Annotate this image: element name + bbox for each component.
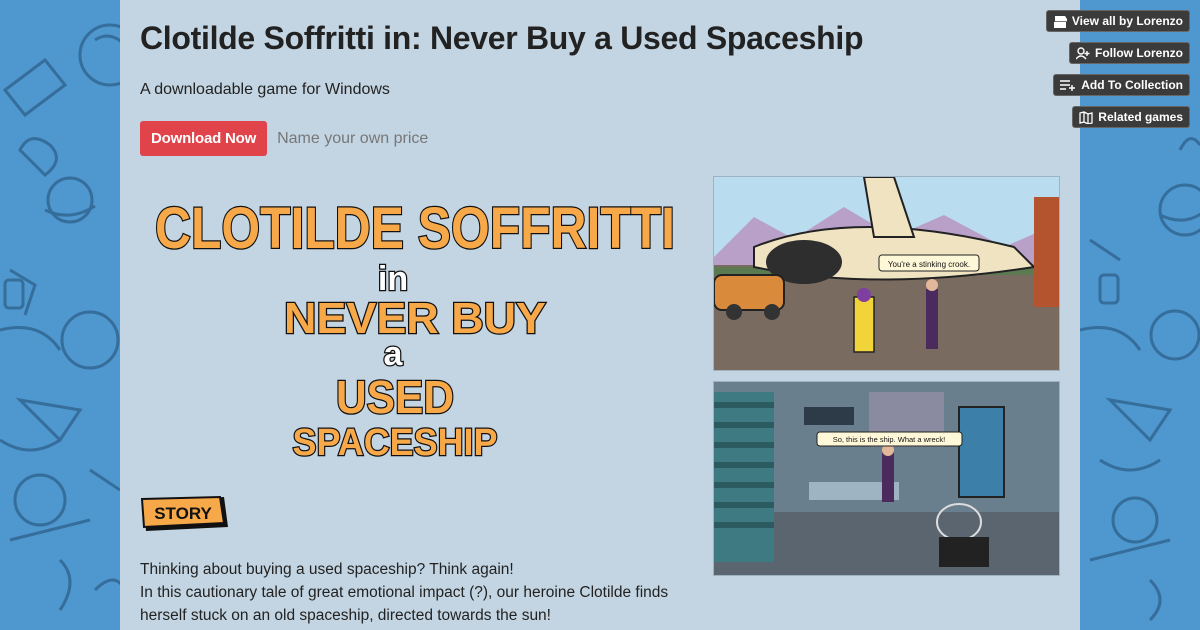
story-badge-label: STORY [154,504,212,523]
screenshot-1-caption: You're a stinking crook. [888,260,970,269]
left-background-doodles [0,0,120,630]
map-icon [1079,110,1093,124]
logo-line-6: SPACESHIP [293,422,498,464]
view-all-label: View all by Lorenzo [1071,14,1183,28]
follow-author-button[interactable]: Follow Lorenzo [1069,42,1190,64]
game-page-content: Clotilde Soffritti in: Never Buy a Used … [120,0,1080,630]
add-collection-label: Add To Collection [1081,78,1183,92]
view-all-by-author-button[interactable]: View all by Lorenzo [1045,10,1190,32]
screenshot-2[interactable]: So, this is the ship. What a wreck! [713,381,1060,576]
related-games-button[interactable]: Related games [1072,106,1190,128]
price-label: Name your own price [277,129,429,147]
related-games-label: Related games [1098,110,1183,124]
logo-line-5: USED [336,371,454,423]
download-button[interactable]: Download Now [140,121,268,156]
screenshot-1[interactable]: You're a stinking crook. [713,176,1060,371]
story-badge: STORY [140,495,228,531]
logo-line-3: NEVER BUY [284,294,546,343]
description-line-3: herself stuck on an old spaceship, direc… [140,607,551,624]
purchase-row: Download Now Name your own price [140,121,428,156]
description-line-1: Thinking about buying a used spaceship? … [140,561,514,578]
logo-line-2: in [378,260,408,298]
description-line-2: In this cautionary tale of great emotion… [140,584,669,601]
page-subtitle: A downloadable game for Windows [140,81,390,98]
add-to-collection-button[interactable]: Add To Collection [1053,74,1190,96]
screenshot-2-caption: So, this is the ship. What a wreck! [833,435,946,444]
add-user-icon [1076,46,1090,59]
logo-line-4: a [384,335,404,373]
game-description: Thinking about buying a used spaceship? … [140,558,700,627]
logo-line-1: CLOTILDE SOFFRITTI [155,196,675,261]
itchio-icon [1053,15,1067,28]
add-to-list-icon [1060,80,1076,91]
game-logo: CLOTILDE SOFFRITTI in NEVER BUY a USED S… [154,195,677,466]
follow-label: Follow Lorenzo [1095,46,1183,60]
page-title: Clotilde Soffritti in: Never Buy a Used … [140,20,864,56]
itch-header-buttons: View all by Lorenzo Follow Lorenzo Add T… [1045,10,1190,128]
